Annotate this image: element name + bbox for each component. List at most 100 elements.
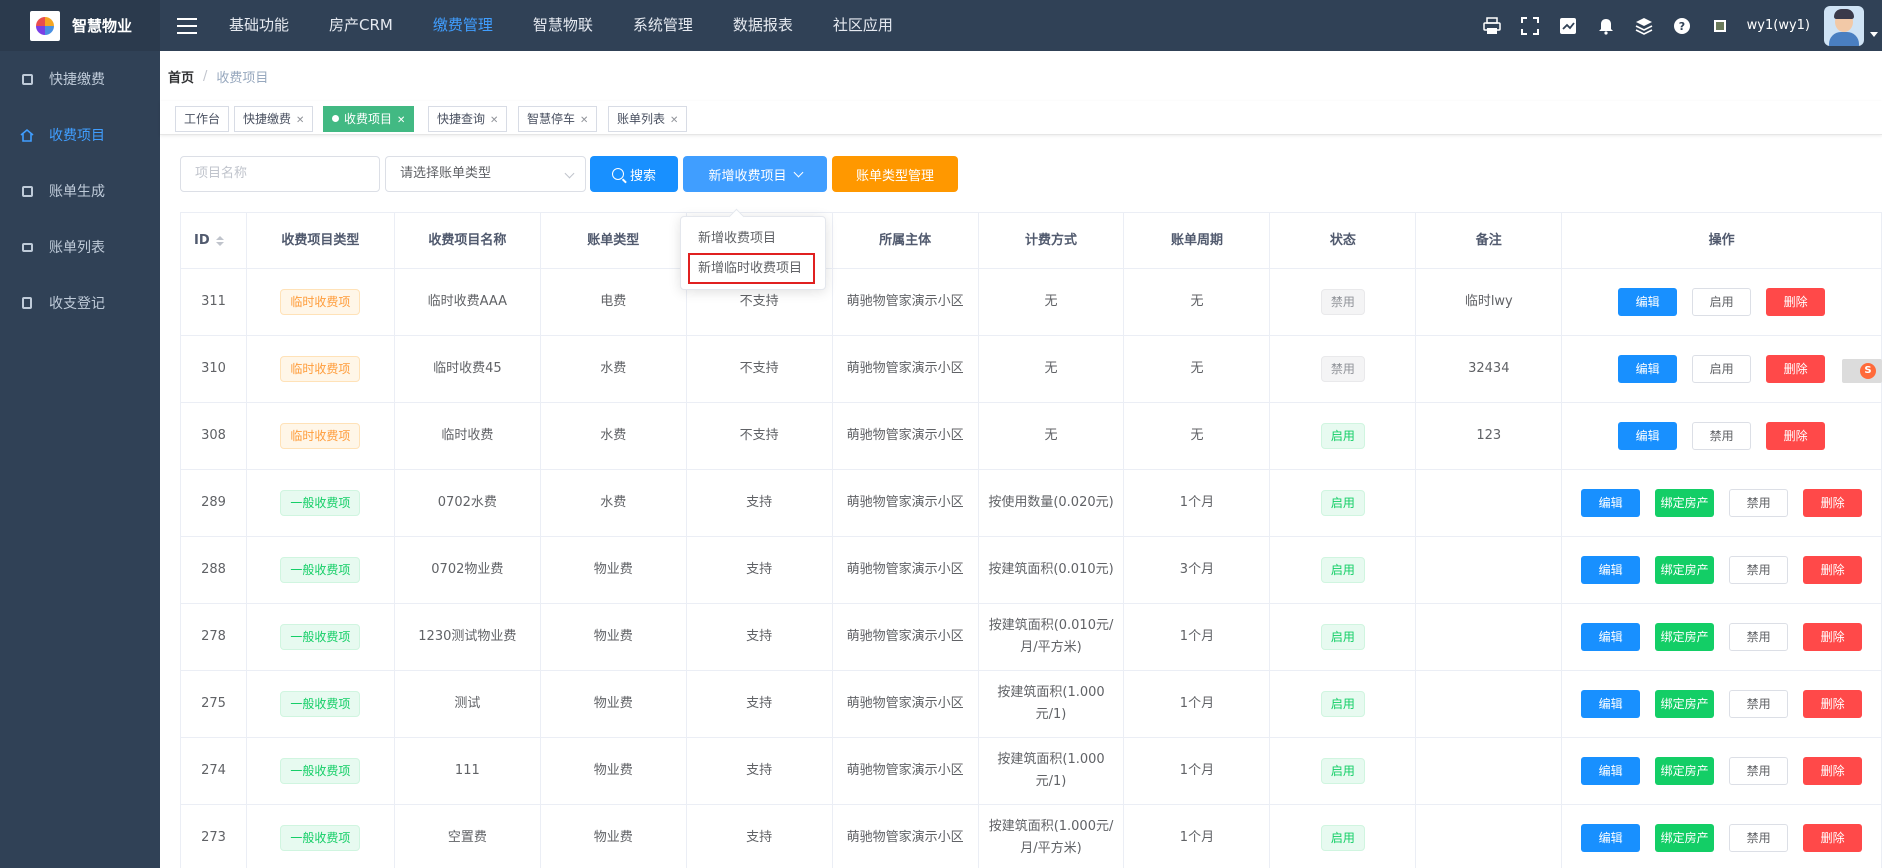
edit-button[interactable]: 编辑 — [1581, 757, 1641, 785]
topnav-community[interactable]: 社区应用 — [813, 0, 913, 51]
user-avatar[interactable] — [1824, 5, 1864, 46]
menu-toggle-icon[interactable] — [177, 17, 197, 34]
table-row: 311 临时收费项 临时收费AAA 电费 不支持 萌驰物管家演示小区无无禁用 临时lwy 编… — [181, 269, 1882, 336]
toggle-status-button[interactable]: 启用 — [1692, 355, 1752, 383]
delete-button[interactable]: 删除 — [1766, 422, 1826, 450]
add-charge-item-label: 新增收费项目 — [708, 168, 787, 184]
edit-button[interactable]: 编辑 — [1581, 690, 1641, 718]
delete-button[interactable]: 删除 — [1766, 288, 1826, 316]
print-icon[interactable] — [1482, 16, 1502, 36]
tag-quick-pay[interactable]: 快捷缴费 ✕ — [234, 106, 314, 132]
dropdown-item-add-charge[interactable]: 新增收费项目 — [698, 227, 776, 246]
topnav-crm[interactable]: 房产CRM — [309, 0, 413, 51]
sidebar-item-income-expense[interactable]: 收支登记 — [0, 275, 160, 331]
toggle-status-button[interactable]: 禁用 — [1729, 690, 1789, 718]
edit-button[interactable]: 编辑 — [1581, 824, 1641, 852]
col-header-note: 备注 — [1416, 213, 1563, 268]
cell-split: 支持 — [687, 671, 833, 737]
user-name[interactable]: wy1(wy1) — [1747, 18, 1810, 33]
bell-icon[interactable] — [1596, 16, 1616, 36]
col-header-method: 计费方式 — [979, 213, 1125, 268]
status-badge: 启用 — [1320, 758, 1365, 784]
bind-property-button[interactable]: 绑定房产 — [1655, 757, 1715, 785]
toggle-status-button[interactable]: 禁用 — [1729, 824, 1789, 852]
sort-icon[interactable] — [215, 235, 224, 246]
edit-button[interactable]: 编辑 — [1618, 288, 1678, 316]
toggle-status-button[interactable]: 禁用 — [1729, 556, 1789, 584]
sidebar-item-bill-list[interactable]: 账单列表 — [0, 219, 160, 275]
chart-icon[interactable] — [1558, 16, 1578, 36]
cell-owner: 萌驰物管家演示小区 — [833, 738, 979, 804]
cell-name: 测试 — [395, 671, 541, 737]
toggle-status-button[interactable]: 禁用 — [1729, 623, 1789, 651]
bill-type-select-value: 请选择账单类型 — [400, 166, 492, 181]
bind-property-button[interactable]: 绑定房产 — [1655, 623, 1715, 651]
edit-button[interactable]: 编辑 — [1581, 489, 1641, 517]
tag-smart-parking[interactable]: 智慧停车 ✕ — [518, 106, 598, 132]
bind-property-button[interactable]: 绑定房产 — [1655, 690, 1715, 718]
cell-method: 按建筑面积(1.000元/1) — [979, 671, 1125, 737]
close-icon[interactable]: ✕ — [670, 115, 678, 126]
topnav-system[interactable]: 系统管理 — [613, 0, 713, 51]
topnav-iot[interactable]: 智慧物联 — [513, 0, 613, 51]
toggle-status-button[interactable]: 禁用 — [1692, 422, 1752, 450]
tag-workbench[interactable]: 工作台 — [175, 106, 230, 132]
cell-cycle: 无 — [1124, 269, 1271, 335]
delete-button[interactable]: 删除 — [1803, 623, 1863, 651]
bind-property-button[interactable]: 绑定房产 — [1655, 824, 1715, 852]
bill-type-select[interactable]: 请选择账单类型 — [385, 156, 586, 192]
add-charge-item-button[interactable]: 新增收费项目 — [683, 156, 827, 192]
toggle-status-button[interactable]: 禁用 — [1729, 757, 1789, 785]
delete-button[interactable]: 删除 — [1803, 489, 1863, 517]
tag-charge-items[interactable]: 收费项目 ✕ — [323, 106, 415, 132]
toggle-status-button[interactable]: 禁用 — [1729, 489, 1789, 517]
close-icon[interactable]: ✕ — [490, 115, 498, 126]
close-icon[interactable]: ✕ — [580, 115, 588, 126]
delete-button[interactable]: 删除 — [1803, 824, 1863, 852]
bind-property-button[interactable]: 绑定房产 — [1655, 489, 1715, 517]
bind-property-button[interactable]: 绑定房产 — [1655, 556, 1715, 584]
s-badge-icon: S — [1860, 363, 1876, 379]
delete-button[interactable]: 删除 — [1766, 355, 1826, 383]
cell-ops: 编辑 绑定房产 禁用 删除 — [1562, 738, 1882, 804]
layers-icon[interactable] — [1634, 16, 1654, 36]
delete-button[interactable]: 删除 — [1803, 556, 1863, 584]
floating-widget[interactable]: S — [1842, 359, 1882, 383]
edit-button[interactable]: 编辑 — [1618, 355, 1678, 383]
close-icon[interactable]: ✕ — [397, 115, 405, 126]
status-badge: 启用 — [1320, 825, 1365, 851]
edit-button[interactable]: 编辑 — [1581, 556, 1641, 584]
chevron-down-icon[interactable] — [1870, 32, 1878, 37]
cell-ops: 编辑 启用 删除 — [1562, 269, 1882, 335]
sidebar-item-bill-generate[interactable]: 账单生成 — [0, 163, 160, 219]
status-badge: 启用 — [1320, 624, 1365, 650]
help-icon[interactable]: ? — [1672, 16, 1692, 36]
search-button[interactable]: 搜索 — [590, 156, 678, 192]
cell-owner: 萌驰物管家演示小区 — [833, 403, 979, 469]
edit-button[interactable]: 编辑 — [1618, 422, 1678, 450]
close-icon[interactable]: ✕ — [296, 115, 304, 126]
theme-icon[interactable] — [1710, 16, 1730, 36]
cell-status: 启用 — [1270, 403, 1417, 469]
col-header-id[interactable]: ID — [181, 213, 247, 268]
type-badge: 临时收费项 — [280, 423, 361, 449]
sidebar-item-quick-pay[interactable]: 快捷缴费 — [0, 51, 160, 107]
edit-button[interactable]: 编辑 — [1581, 623, 1641, 651]
topnav-reports[interactable]: 数据报表 — [713, 0, 813, 51]
breadcrumb-home[interactable]: 首页 — [168, 67, 194, 86]
col-header-status: 状态 — [1270, 213, 1417, 268]
toggle-status-button[interactable]: 启用 — [1692, 288, 1752, 316]
tag-quick-query[interactable]: 快捷查询 ✕ — [428, 106, 508, 132]
cell-name: 111 — [395, 738, 541, 804]
fullscreen-icon[interactable] — [1520, 16, 1540, 36]
sidebar-item-label: 收费项目 — [49, 128, 105, 144]
sidebar-item-charge-items[interactable]: 收费项目 — [0, 107, 160, 163]
topnav-basic[interactable]: 基础功能 — [209, 0, 309, 51]
item-name-input[interactable]: 项目名称 — [180, 156, 380, 192]
delete-button[interactable]: 删除 — [1803, 690, 1863, 718]
delete-button[interactable]: 删除 — [1803, 757, 1863, 785]
topnav-billing[interactable]: 缴费管理 — [413, 0, 513, 51]
tag-bill-list[interactable]: 账单列表 ✕ — [608, 106, 688, 132]
bill-type-manage-button[interactable]: 账单类型管理 — [832, 156, 958, 192]
cell-cycle: 无 — [1124, 403, 1271, 469]
